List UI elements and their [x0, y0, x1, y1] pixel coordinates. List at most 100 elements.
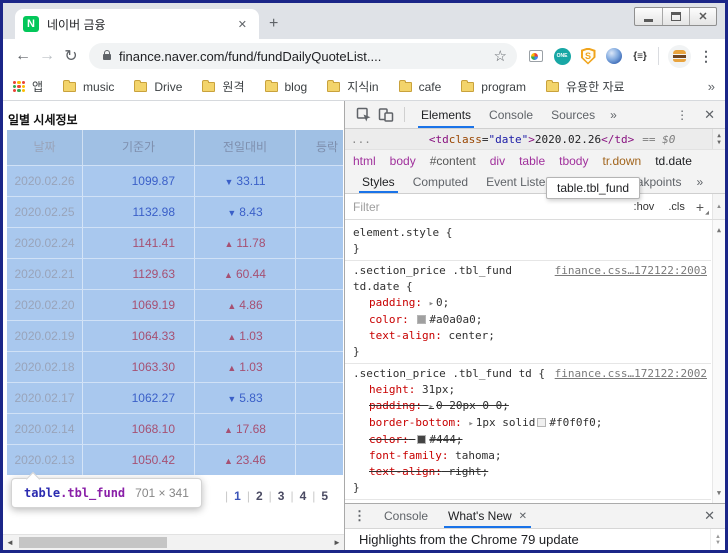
maximize-button[interactable] — [662, 8, 689, 25]
json-extension-icon[interactable]: {≡} — [630, 46, 650, 66]
omnibox[interactable]: finance.naver.com/fund/fundDailyQuoteLis… — [89, 43, 517, 69]
drawer-menu-icon[interactable]: ⋮ — [345, 504, 374, 528]
crumb-html[interactable]: html — [353, 154, 376, 168]
devtools-close-icon[interactable]: ✕ — [694, 107, 725, 123]
reload-icon[interactable]: ↻ — [59, 46, 83, 66]
tab-elements[interactable]: Elements — [412, 101, 480, 128]
stylesheet-link[interactable]: finance.css…172122:1652 — [555, 502, 711, 503]
close-button[interactable]: ✕ — [689, 8, 716, 25]
css-property[interactable]: color: #a0a0a0; — [345, 312, 711, 328]
bookmark-folder-program[interactable]: program — [461, 80, 526, 94]
style-rule-tbl-fund-td[interactable]: .tbl_fund td { finance.css…172122:1652 — [345, 499, 711, 503]
css-property-overridden[interactable]: color: #444; — [345, 432, 711, 448]
screenshot-extension-icon[interactable] — [526, 46, 546, 66]
drawer-tab-whats-new[interactable]: What's New ✕ — [438, 504, 537, 528]
inspect-element-icon[interactable] — [353, 101, 375, 128]
scrollbar-thumb[interactable] — [19, 537, 167, 548]
bookmark-folder-useful[interactable]: 유용한 자료 — [546, 78, 625, 95]
color-swatch — [537, 418, 546, 427]
up-triangle-icon: ▲ — [227, 301, 236, 311]
forward-icon[interactable]: → — [35, 47, 59, 65]
crumb-td-date[interactable]: td.date — [655, 154, 692, 168]
folder-icon — [461, 82, 474, 92]
hov-toggle[interactable]: :hov — [634, 201, 655, 213]
page-number-2[interactable]: 2 — [256, 489, 263, 503]
css-property-overridden[interactable]: text-align: right; — [345, 464, 711, 480]
crumb-tbody[interactable]: tbody — [559, 154, 588, 168]
chrome-menu-icon[interactable]: ⋮ — [699, 48, 713, 65]
down-triangle-icon: ▼ — [227, 394, 236, 404]
browser-tab[interactable]: N 네이버 금융 ✕ — [15, 9, 259, 39]
scroll-right-icon[interactable]: ► — [330, 538, 344, 547]
more-sidebar-tabs-icon[interactable]: » — [690, 171, 709, 193]
maximize-icon — [671, 12, 681, 21]
device-toolbar-icon[interactable] — [375, 101, 397, 128]
drawer-scrollbar[interactable]: ▲▼ — [710, 529, 725, 550]
bookmark-folder-blog[interactable]: blog — [265, 80, 308, 94]
bookmarks-overflow-icon[interactable]: » — [708, 79, 715, 94]
css-property[interactable]: font-family: tahoma; — [345, 448, 711, 464]
horizontal-scrollbar[interactable]: ◄ ► — [3, 534, 344, 550]
page-number-5[interactable]: 5 — [321, 489, 328, 503]
table-row: 2020.02.26 1099.87 ▼33.11 — [7, 165, 343, 196]
dom-ellipsis[interactable]: ... — [351, 133, 371, 146]
sphere-extension-icon[interactable] — [604, 46, 624, 66]
dom-scrollbar[interactable]: ▲▼ — [712, 129, 725, 149]
back-icon[interactable]: ← — [11, 47, 35, 65]
crumb-tr-down[interactable]: tr.down — [602, 154, 641, 168]
new-style-rule-button[interactable]: + — [696, 199, 704, 215]
crumb-table[interactable]: table — [519, 154, 545, 168]
css-property-overridden[interactable]: padding: ▸0 20px 0 0; — [345, 398, 711, 415]
crumb-div[interactable]: div — [490, 154, 505, 168]
styles-scroll-up-icon[interactable]: ▲ — [712, 194, 725, 219]
tab-styles[interactable]: Styles — [353, 171, 404, 193]
styles-scrollbar[interactable]: ▲ ▼ — [712, 220, 725, 503]
bookmark-folder-drive[interactable]: Drive — [134, 80, 182, 94]
devtools-menu-icon[interactable]: ⋮ — [670, 108, 694, 122]
tab-close-icon[interactable]: ✕ — [519, 511, 527, 522]
page-number-4[interactable]: 4 — [300, 489, 307, 503]
minimize-button[interactable] — [635, 8, 662, 25]
bookmark-folder-music[interactable]: music — [63, 80, 114, 94]
cls-toggle[interactable]: .cls — [668, 201, 685, 213]
profile-avatar[interactable] — [668, 45, 691, 68]
css-property[interactable]: height: 31px; — [345, 382, 711, 398]
stylesheet-link[interactable]: finance.css…172122:2002 — [555, 366, 711, 382]
bookmark-folder-jisikin[interactable]: 지식in — [327, 78, 378, 95]
dom-selected-node[interactable]: ... <td class="date">2020.02.26</td> == … — [345, 129, 725, 149]
new-tab-button[interactable]: + — [269, 15, 278, 33]
pagination: | 1 | 2 | 3 | 4 | 5 — [219, 489, 328, 503]
folder-icon — [399, 82, 412, 92]
bookmark-folder-remote[interactable]: 원격 — [202, 78, 244, 95]
css-property[interactable]: border-bottom: ▸1px solid#f0f0f0; — [345, 415, 711, 432]
devtools-toolbar: Elements Console Sources » ⋮ ✕ — [345, 101, 725, 129]
tab-sources[interactable]: Sources — [542, 101, 604, 128]
crumb-content[interactable]: #content — [430, 154, 476, 168]
tab-computed[interactable]: Computed — [404, 171, 477, 193]
style-rule-td-date[interactable]: .section_price .tbl_fund finance.css…172… — [345, 260, 711, 363]
style-rule-element[interactable]: element.style { } — [345, 223, 711, 260]
drawer-close-icon[interactable]: ✕ — [694, 508, 725, 524]
down-triangle-icon: ▼ — [227, 208, 236, 218]
bookmark-star-icon[interactable]: ☆ — [494, 47, 507, 65]
page-number-1[interactable]: 1 — [234, 489, 241, 503]
tab-console[interactable]: Console — [480, 101, 542, 128]
shield-extension-icon[interactable]: S — [578, 46, 598, 66]
css-property[interactable]: text-align: center; — [345, 328, 711, 344]
crumb-body[interactable]: body — [390, 154, 416, 168]
filter-input[interactable] — [353, 200, 627, 214]
daily-quote-table: 날짜 기준가 전일대비 등락 2020.02.26 1099.87 ▼33.11… — [7, 130, 343, 476]
tab-close-icon[interactable]: ✕ — [234, 16, 251, 33]
more-tabs-icon[interactable]: » — [604, 101, 623, 128]
onetab-extension-icon[interactable]: ONE — [552, 46, 572, 66]
stylesheet-link[interactable]: finance.css…172122:2003 — [555, 263, 711, 279]
bookmark-apps[interactable]: 앱 — [13, 78, 43, 95]
bookmark-folder-cafe[interactable]: cafe — [399, 80, 442, 94]
scroll-left-icon[interactable]: ◄ — [3, 538, 17, 547]
page-number-3[interactable]: 3 — [278, 489, 285, 503]
url-text[interactable]: finance.naver.com/fund/fundDailyQuoteLis… — [119, 49, 488, 64]
css-property[interactable]: padding: ▸0; — [345, 295, 711, 312]
up-triangle-icon: ▲ — [227, 363, 236, 373]
drawer-tab-console[interactable]: Console — [374, 504, 438, 528]
style-rule-td[interactable]: .section_price .tbl_fund td { finance.cs… — [345, 363, 711, 499]
